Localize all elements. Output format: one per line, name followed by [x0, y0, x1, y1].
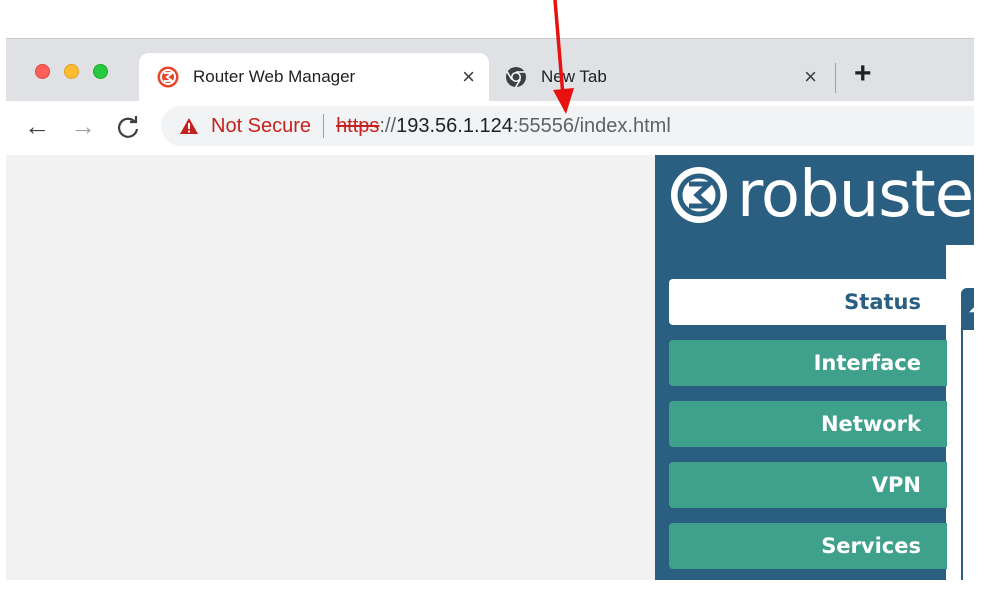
warning-triangle-icon[interactable] — [179, 117, 199, 135]
minimize-window-button[interactable] — [64, 64, 79, 79]
omnibox-separator — [323, 114, 325, 138]
new-tab-button[interactable]: + — [854, 59, 872, 89]
collapse-arrow-icon[interactable]: ◢ — [969, 294, 974, 315]
not-secure-label[interactable]: Not Secure — [211, 115, 311, 138]
tab-separator — [835, 63, 836, 93]
menu-item-status[interactable]: Status — [669, 279, 947, 325]
menu-item-vpn[interactable]: VPN — [669, 462, 947, 508]
menu-item-interface[interactable]: Interface — [669, 340, 947, 386]
close-tab-icon[interactable]: × — [462, 66, 475, 88]
brand-wordmark: robuste — [737, 158, 974, 232]
chrome-icon — [506, 67, 526, 88]
robustel-logo: robuste — [669, 158, 974, 232]
maximize-window-button[interactable] — [93, 64, 108, 79]
tab-strip: Router Web Manager × New Tab × + — [6, 39, 974, 101]
url-host: 193.56.1.124 — [396, 114, 513, 137]
url-port-path: :55556/index.html — [512, 114, 671, 137]
menu-item-services[interactable]: Services — [669, 523, 947, 569]
tab-title: New Tab — [541, 67, 607, 86]
tab-title: Router Web Manager — [193, 67, 356, 86]
tab-new-tab[interactable]: New Tab × — [501, 53, 831, 101]
close-window-button[interactable] — [35, 64, 50, 79]
browser-window: Router Web Manager × New Tab × + ← → Not… — [6, 38, 974, 580]
url-scheme: https — [336, 114, 380, 137]
content-panel-body — [961, 330, 974, 580]
browser-toolbar: ← → Not Secure https://193.56.1.124:5555… — [6, 101, 974, 156]
router-web-manager-panel: robuste ◢ Status Interface Network VPN S… — [655, 155, 974, 580]
reload-icon[interactable] — [116, 115, 140, 141]
forward-arrow-icon[interactable]: → — [70, 113, 96, 139]
page-content: robuste ◢ Status Interface Network VPN S… — [6, 155, 974, 580]
robustel-logo-icon — [671, 167, 727, 223]
address-bar[interactable]: Not Secure https://193.56.1.124:55556/in… — [161, 106, 974, 146]
robustel-logo-icon — [157, 66, 179, 88]
content-panel-header: ◢ — [961, 288, 974, 330]
menu-item-network[interactable]: Network — [669, 401, 947, 447]
close-tab-icon[interactable]: × — [804, 66, 817, 88]
tab-router-web-manager[interactable]: Router Web Manager × — [139, 53, 489, 101]
back-arrow-icon[interactable]: ← — [24, 113, 50, 139]
url-scheme-separator: :// — [379, 114, 397, 137]
